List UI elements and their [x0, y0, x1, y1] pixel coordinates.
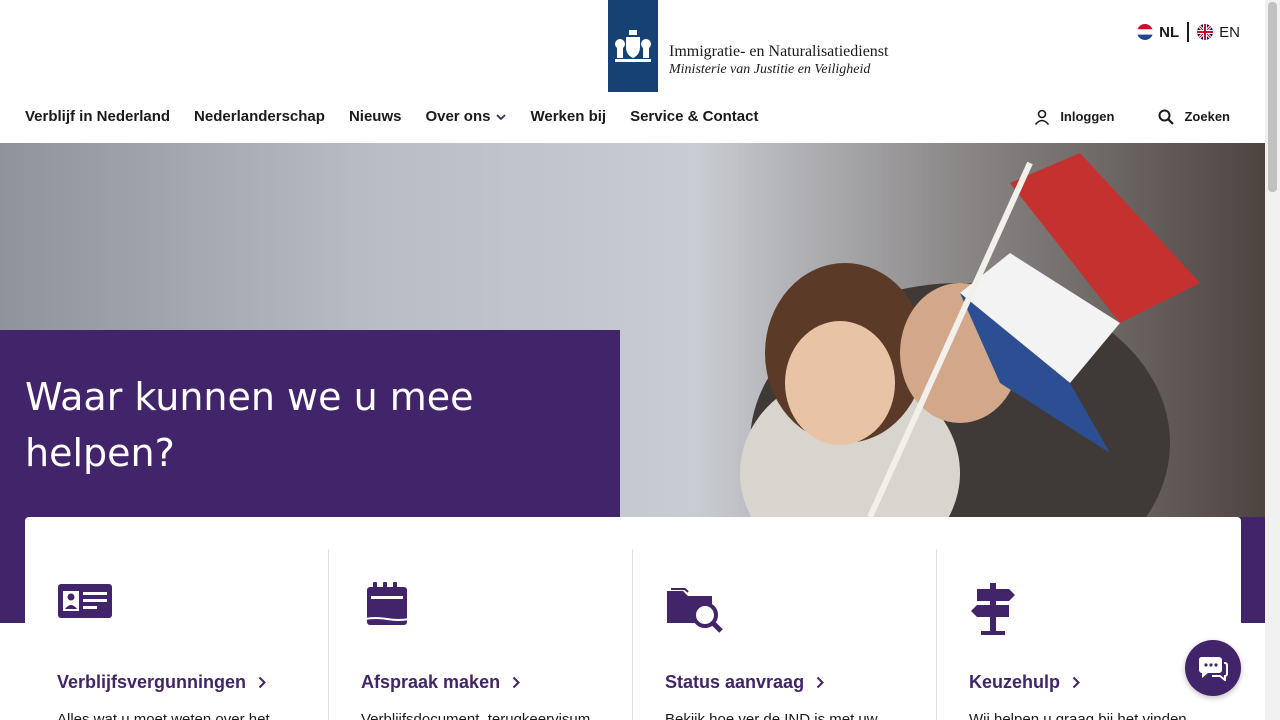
lang-nl[interactable]: NL	[1137, 24, 1179, 41]
nav-werken-bij[interactable]: Werken bij	[530, 105, 606, 129]
card-title: Afspraak maken	[361, 671, 600, 693]
card-verblijfsvergunningen[interactable]: Verblijfsvergunningen Alles wat u moet w…	[25, 549, 329, 720]
chevron-right-icon	[258, 676, 266, 688]
nav-verblijf-label: Verblijf in Nederland	[25, 108, 171, 125]
coat-of-arms-icon	[615, 30, 651, 62]
card-title-text: Afspraak maken	[361, 672, 501, 692]
lang-nl-label: NL	[1159, 23, 1180, 41]
hero-title: Waar kunnen we u mee helpen?	[25, 375, 474, 475]
nav-service-contact[interactable]: Service & Contact	[630, 105, 758, 129]
language-switcher: NL EN	[1137, 22, 1240, 42]
login-label: Inloggen	[1060, 109, 1115, 124]
logo-text[interactable]: Immigratie- en Naturalisatiedienst Minis…	[669, 42, 888, 78]
nav-werken-bij-label: Werken bij	[530, 108, 607, 125]
nav-nieuws-label: Nieuws	[348, 108, 402, 125]
scrollbar[interactable]	[1265, 0, 1280, 720]
chat-icon	[1198, 657, 1228, 681]
card-afspraak-maken[interactable]: Afspraak maken Verblijfsdocument, terugk…	[329, 549, 633, 720]
lang-en[interactable]: EN	[1197, 24, 1240, 41]
calendar-icon	[361, 581, 600, 639]
card-keuzehulp[interactable]: Keuzehulp Wij helpen u graag bij het vin…	[937, 549, 1241, 720]
lang-divider	[1187, 22, 1190, 42]
user-icon	[1035, 109, 1050, 125]
chevron-right-icon	[512, 676, 520, 688]
card-text: Wij helpen u graag bij het vinden van	[969, 711, 1187, 720]
card-status-aanvraag[interactable]: Status aanvraag Bekijk hoe ver de IND is…	[633, 549, 937, 720]
nav-service-contact-label: Service & Contact	[630, 108, 759, 125]
lang-en-label: EN	[1219, 23, 1240, 41]
nav-over-ons-label: Over ons	[425, 108, 491, 125]
nav-verblijf[interactable]: Verblijf in Nederland	[25, 105, 170, 129]
login-button[interactable]: Inloggen	[1034, 105, 1114, 129]
folder-search-icon	[665, 581, 904, 639]
ministry-name: Ministerie van Justitie en Veiligheid	[669, 62, 871, 77]
org-name: Immigratie- en Naturalisatiedienst	[669, 43, 889, 60]
card-text: Alles wat u moet weten over het	[57, 711, 270, 720]
utility-nav: Inloggen Zoeken	[1034, 105, 1230, 129]
scrollbar-thumb[interactable]	[1268, 2, 1277, 192]
search-icon	[1158, 109, 1175, 125]
search-button[interactable]: Zoeken	[1158, 105, 1230, 129]
chevron-right-icon	[816, 676, 824, 688]
quick-links: Verblijfsvergunningen Alles wat u moet w…	[25, 517, 1241, 720]
nav-nederlanderschap[interactable]: Nederlanderschap	[194, 105, 325, 129]
card-title-text: Verblijfsvergunningen	[57, 672, 247, 692]
nav-nederlanderschap-label: Nederlanderschap	[194, 108, 325, 125]
chevron-down-icon	[496, 113, 507, 120]
flag-nl-icon	[1137, 24, 1154, 40]
nav-nieuws[interactable]: Nieuws	[349, 105, 402, 129]
card-title: Verblijfsvergunningen	[57, 671, 296, 693]
card-text: Bekijk hoe ver de IND is met uw	[665, 711, 878, 720]
card-text: Verblijfsdocument, terugkeervisum,	[361, 711, 595, 720]
signpost-icon	[969, 581, 1209, 639]
card-title: Status aanvraag	[665, 671, 904, 693]
card-title-text: Keuzehulp	[969, 672, 1061, 692]
main-nav: Verblijf in Nederland Nederlanderschap N…	[25, 105, 758, 129]
card-title-text: Status aanvraag	[665, 672, 805, 692]
id-card-icon	[57, 581, 296, 639]
flag-uk-icon	[1197, 24, 1214, 40]
chat-button[interactable]	[1185, 640, 1241, 696]
nav-over-ons[interactable]: Over ons	[425, 105, 507, 129]
card-title: Keuzehulp	[969, 671, 1209, 693]
search-label: Zoeken	[1184, 109, 1230, 124]
logo-emblem[interactable]	[608, 0, 658, 92]
chevron-right-icon	[1072, 676, 1080, 688]
